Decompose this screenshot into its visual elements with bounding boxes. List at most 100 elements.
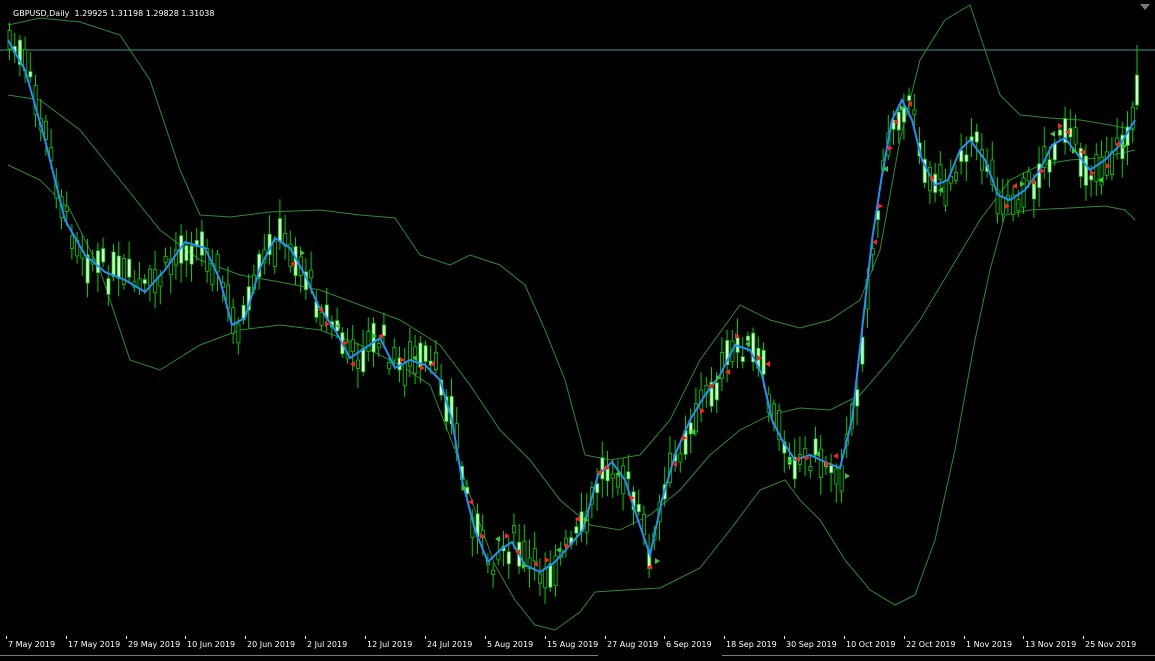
bull-candle bbox=[829, 465, 834, 474]
bull-candle bbox=[600, 457, 605, 480]
bear-candle bbox=[610, 473, 615, 479]
bear-candle bbox=[1026, 171, 1031, 182]
bull-candle bbox=[423, 345, 428, 362]
sell-arrow bbox=[765, 361, 770, 367]
buy-arrow bbox=[300, 250, 305, 256]
sell-arrow bbox=[575, 516, 580, 522]
bear-candle bbox=[231, 307, 236, 334]
time-axis-label: 6 Sep 2019 bbox=[666, 640, 712, 649]
bull-candle bbox=[1052, 143, 1057, 161]
bear-candle bbox=[70, 235, 75, 249]
bear-candle bbox=[954, 171, 959, 181]
bear-candle bbox=[402, 363, 407, 386]
bear-candle bbox=[1094, 154, 1099, 183]
bull-candle bbox=[96, 250, 101, 274]
bear-candle bbox=[491, 569, 496, 575]
bull-candle bbox=[746, 335, 751, 341]
time-axis-label: 20 Jun 2019 bbox=[247, 640, 296, 649]
price-chart[interactable] bbox=[0, 0, 1155, 636]
time-axis-tick bbox=[305, 636, 306, 639]
bull-candle bbox=[902, 106, 907, 123]
bear-candle bbox=[147, 268, 152, 286]
bear-candle bbox=[543, 568, 548, 589]
buy-arrow bbox=[495, 536, 500, 542]
time-axis-tick bbox=[844, 636, 845, 639]
bear-candle bbox=[272, 241, 277, 267]
time-axis-tick bbox=[964, 636, 965, 639]
bear-candle bbox=[980, 149, 985, 171]
sell-arrow bbox=[888, 145, 893, 151]
bull-candle bbox=[111, 251, 116, 278]
bull-candle bbox=[116, 255, 121, 279]
sell-arrow bbox=[878, 203, 883, 209]
bear-candle bbox=[64, 205, 69, 212]
bull-candle bbox=[1058, 129, 1063, 136]
time-axis-tick bbox=[365, 636, 366, 639]
bull-candle bbox=[184, 245, 189, 261]
buy-arrow bbox=[845, 473, 850, 479]
time-axis-label: 17 May 2019 bbox=[68, 640, 121, 649]
bull-candle bbox=[740, 356, 745, 362]
bull-candle bbox=[189, 245, 194, 265]
time-axis-label: 1 Nov 2019 bbox=[966, 640, 1013, 649]
bear-candle bbox=[215, 253, 220, 273]
bear-candle bbox=[309, 269, 314, 279]
time-axis-label: 30 Sep 2019 bbox=[786, 640, 837, 649]
chart-shift-marker[interactable] bbox=[1140, 4, 1150, 10]
time-axis-label: 29 May 2019 bbox=[128, 640, 181, 649]
time-axis-tick bbox=[485, 636, 486, 639]
sell-arrow bbox=[420, 365, 425, 371]
bear-candle bbox=[1016, 199, 1021, 212]
bear-candle bbox=[943, 180, 948, 206]
bear-candle bbox=[839, 465, 844, 492]
bull-candle bbox=[574, 526, 579, 534]
bull-candle bbox=[142, 279, 147, 284]
bull-candle bbox=[974, 131, 979, 143]
bull-candle bbox=[106, 278, 111, 295]
bull-candle bbox=[761, 349, 766, 375]
time-axis-label: 18 Sep 2019 bbox=[726, 640, 777, 649]
sell-arrow bbox=[533, 561, 538, 567]
time-axis-label: 27 Aug 2019 bbox=[607, 640, 659, 649]
sell-arrow bbox=[505, 533, 510, 539]
sell-arrow bbox=[1058, 123, 1063, 129]
status-divider bbox=[0, 655, 598, 661]
sell-arrow bbox=[833, 453, 838, 459]
bear-candle bbox=[236, 323, 241, 344]
time-axis-label: 12 Jul 2019 bbox=[367, 640, 413, 649]
time-axis-tick bbox=[66, 636, 67, 639]
symbol-label: GBPUSD,Daily 1.29925 1.31198 1.29828 1.3… bbox=[13, 9, 215, 18]
bear-candle bbox=[678, 453, 683, 463]
time-axis-tick bbox=[245, 636, 246, 639]
moving-average-line bbox=[7, 39, 1136, 574]
bear-candle bbox=[366, 331, 371, 352]
bear-candle bbox=[912, 109, 917, 115]
time-axis-label: 22 Oct 2019 bbox=[906, 640, 956, 649]
time-axis-label: 7 May 2019 bbox=[8, 640, 56, 649]
time-axis-tick bbox=[1083, 636, 1084, 639]
time-axis-tick bbox=[1023, 636, 1024, 639]
bull-candle bbox=[199, 231, 204, 256]
bull-candle bbox=[1047, 159, 1052, 173]
time-axis-tick bbox=[545, 636, 546, 639]
time-axis-label: 10 Oct 2019 bbox=[846, 640, 896, 649]
sell-arrow bbox=[545, 557, 550, 563]
bear-candle bbox=[392, 347, 397, 361]
time-axis-label: 2 Jul 2019 bbox=[307, 640, 348, 649]
bull-candle bbox=[813, 438, 818, 456]
bear-candle bbox=[512, 525, 517, 534]
bull-candle bbox=[101, 248, 106, 263]
bull-candle bbox=[1084, 155, 1089, 186]
bear-candle bbox=[407, 341, 412, 367]
lower-band-line bbox=[7, 164, 1136, 631]
bear-candle bbox=[1000, 196, 1005, 215]
bear-candle bbox=[532, 548, 537, 562]
bull-candle bbox=[277, 218, 282, 242]
chart-window[interactable]: GBPUSD,Daily 1.29925 1.31198 1.29828 1.3… bbox=[0, 0, 1155, 661]
time-axis-tick bbox=[6, 636, 7, 639]
bear-candle bbox=[616, 475, 621, 488]
bull-candle bbox=[361, 347, 366, 373]
time-axis-tick bbox=[664, 636, 665, 639]
time-axis-tick bbox=[605, 636, 606, 639]
time-axis-tick bbox=[904, 636, 905, 639]
